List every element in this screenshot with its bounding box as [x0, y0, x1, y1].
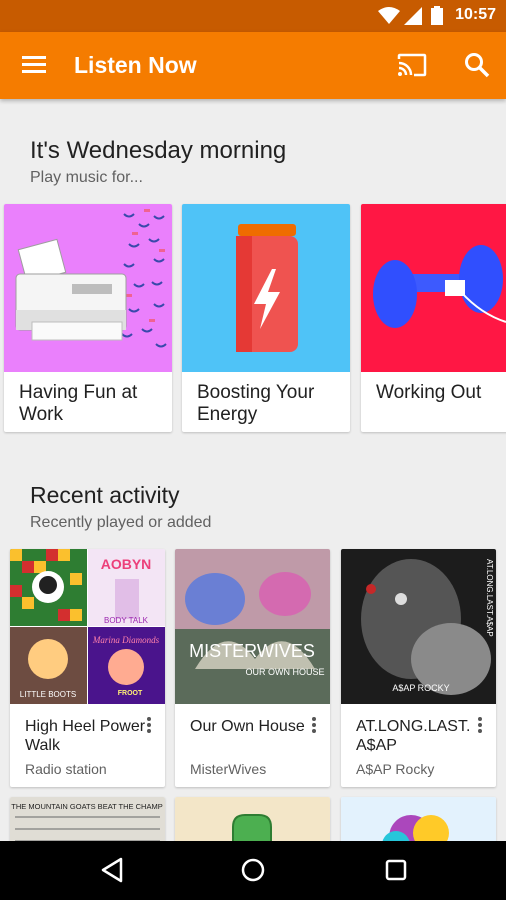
mood-card-working-out[interactable]: Working Out — [361, 204, 506, 432]
battery-illustration — [182, 204, 350, 372]
album-subtitle: Radio station — [25, 761, 107, 777]
album-subtitle: A$AP Rocky — [356, 761, 435, 777]
album-art: MISTERWIVES OUR OWN HOUSE — [175, 549, 330, 704]
greeting-title: It's Wednesday morning — [30, 137, 287, 164]
wifi-icon — [378, 7, 400, 24]
more-options-icon[interactable] — [472, 715, 488, 737]
recent-title: Recent activity — [30, 482, 180, 508]
recent-subtitle: Recently played or added — [30, 514, 212, 531]
album-title: High Heel Power Walk — [25, 718, 146, 754]
album-art: AT.LONG.LAST.A$AP A$AP ROCKY — [341, 549, 496, 704]
album-card[interactable]: MISTERWIVES OUR OWN HOUSE Our Own House … — [175, 549, 330, 787]
album-art-text: MISTERWIVES — [189, 641, 315, 661]
mood-label: Working Out — [376, 382, 482, 403]
mood-art — [182, 204, 350, 372]
status-time: 10:57 — [455, 6, 496, 23]
mood-art — [361, 204, 506, 372]
battery-icon — [431, 6, 443, 25]
greeting-subtitle: Play music for... — [30, 169, 143, 186]
signal-icon — [404, 7, 422, 25]
mood-label: Having Fun at Work — [19, 382, 138, 425]
album-art-text: AT.LONG.LAST.A$AP — [485, 559, 494, 637]
page-title: Listen Now — [74, 52, 197, 78]
printer-illustration — [4, 204, 172, 372]
system-nav-bar — [0, 841, 506, 900]
mood-card-fun-at-work[interactable]: Having Fun at Work — [4, 204, 172, 432]
album-card[interactable]: AOBYN BODY TALK LITTLE BOOTS Marina Diam… — [10, 549, 165, 787]
album-art-text: LITTLE BOOTS — [20, 690, 76, 699]
back-icon[interactable] — [100, 857, 124, 883]
album-art-text: OUR OWN HOUSE — [245, 667, 324, 677]
cast-icon[interactable] — [397, 53, 427, 77]
more-options-icon[interactable] — [306, 715, 322, 737]
mood-art — [4, 204, 172, 372]
album-card[interactable]: AT.LONG.LAST.A$AP A$AP ROCKY AT.LONG.LAS… — [341, 549, 496, 787]
search-icon[interactable] — [464, 52, 490, 78]
album-title: AT.LONG.LAST. A$AP — [356, 718, 471, 754]
album-art-collage: AOBYN BODY TALK LITTLE BOOTS Marina Diam… — [10, 549, 165, 704]
menu-icon[interactable] — [22, 54, 48, 76]
home-icon[interactable] — [240, 857, 266, 883]
album-art-text: AOBYN — [101, 556, 152, 572]
recents-icon[interactable] — [384, 857, 408, 883]
album-art-text: A$AP ROCKY — [392, 683, 449, 693]
album-art-text: Marina Diamonds — [92, 635, 160, 645]
more-options-icon[interactable] — [141, 715, 157, 737]
album-art-text: THE MOUNTAIN GOATS BEAT THE CHAMP — [11, 802, 162, 811]
dumbbell-illustration — [361, 204, 506, 372]
album-art-text: BODY TALK — [104, 616, 149, 625]
album-title: Our Own House — [190, 718, 305, 735]
status-bar: 10:57 — [0, 0, 506, 32]
mood-label: Boosting Your Energy — [197, 382, 315, 425]
album-subtitle: MisterWives — [190, 761, 267, 777]
app-bar: Listen Now — [0, 32, 506, 99]
album-art-text: FROOT — [118, 690, 143, 697]
mood-card-boosting-energy[interactable]: Boosting Your Energy — [182, 204, 350, 432]
